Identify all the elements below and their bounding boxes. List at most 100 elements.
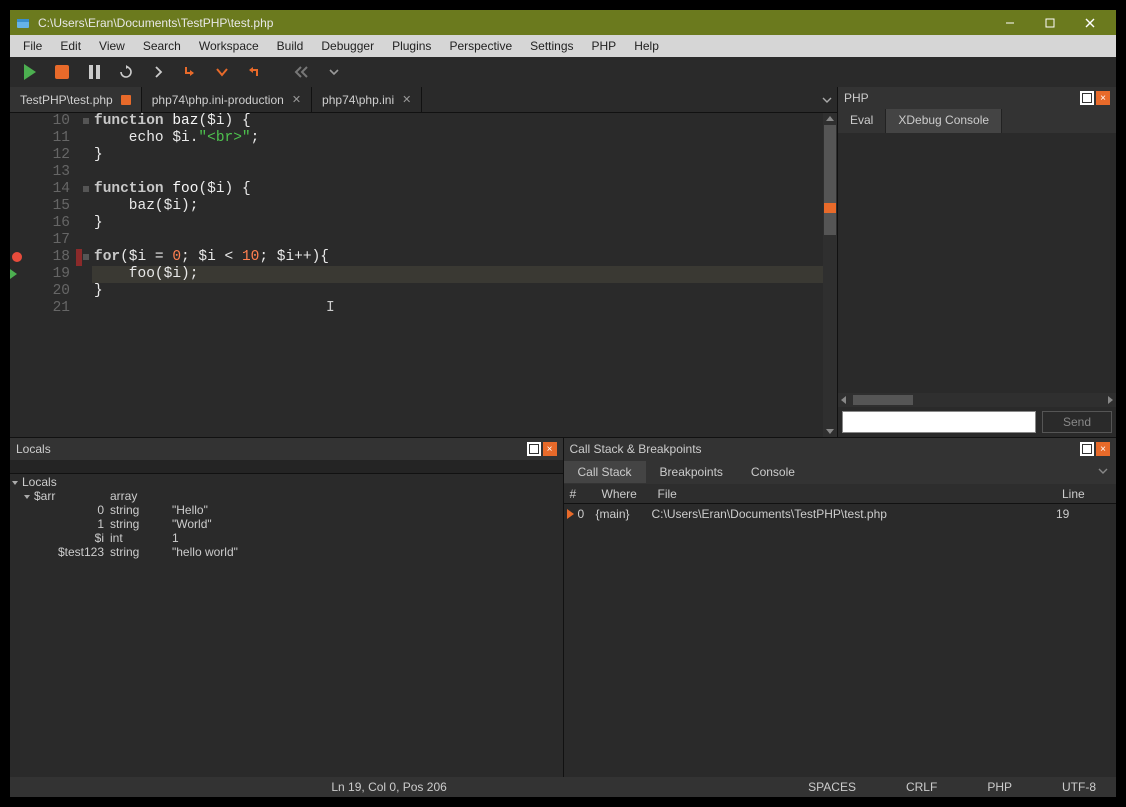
restart-button[interactable] [112, 59, 140, 85]
status-eol[interactable]: CRLF [906, 780, 937, 794]
php-console-output[interactable] [838, 133, 1116, 393]
tree-expand-icon[interactable] [12, 481, 18, 485]
code-area[interactable]: function baz($i) { echo $i."<br>"; } fun… [92, 113, 823, 437]
tabs-overflow-button[interactable] [1090, 465, 1116, 479]
php-command-input[interactable] [842, 411, 1036, 433]
status-indent[interactable]: SPACES [808, 780, 856, 794]
scroll-down-icon[interactable] [826, 429, 834, 434]
menu-build[interactable]: Build [268, 37, 313, 55]
status-lang[interactable]: PHP [987, 780, 1012, 794]
var-type: array [110, 489, 172, 503]
run-button[interactable] [16, 59, 44, 85]
statusbar: Ln 19, Col 0, Pos 206 SPACES CRLF PHP UT… [10, 777, 1116, 797]
toolbar [10, 57, 1116, 87]
tab-label: TestPHP\test.php [20, 93, 113, 107]
menubar: File Edit View Search Workspace Build De… [10, 35, 1116, 57]
menu-php[interactable]: PHP [583, 37, 626, 55]
minimize-button[interactable] [990, 10, 1030, 35]
locals-panel: Locals × Locals $arrarray 0string"Hello"… [10, 438, 564, 777]
stack-tabs: Call Stack Breakpoints Console [564, 460, 1117, 484]
menu-settings[interactable]: Settings [521, 37, 582, 55]
tab-phpini[interactable]: php74\php.ini ✕ [312, 87, 422, 112]
tabs-overflow-button[interactable] [817, 87, 837, 112]
window-title: C:\Users\Eran\Documents\TestPHP\test.php [38, 16, 990, 30]
text-cursor: I [326, 300, 335, 316]
pause-icon [89, 65, 100, 79]
panel-restore-button[interactable] [527, 442, 541, 456]
menu-view[interactable]: View [90, 37, 134, 55]
panel-title-label: PHP [844, 91, 869, 105]
menu-plugins[interactable]: Plugins [383, 37, 440, 55]
step-over-icon [150, 64, 166, 80]
chevron-down-icon [1098, 466, 1108, 476]
scroll-thumb[interactable] [824, 125, 836, 235]
var-type: string [110, 517, 172, 531]
maximize-button[interactable] [1030, 10, 1070, 35]
tree-expand-icon[interactable] [24, 495, 30, 499]
menu-search[interactable]: Search [134, 37, 190, 55]
stop-button[interactable] [48, 59, 76, 85]
double-chevron-left-icon [293, 64, 311, 80]
dropdown-button[interactable] [320, 59, 348, 85]
panel-restore-button[interactable] [1080, 442, 1094, 456]
tab-callstack[interactable]: Call Stack [564, 461, 646, 483]
php-panel-title: PHP × [838, 87, 1116, 109]
menu-file[interactable]: File [14, 37, 51, 55]
back-button[interactable] [288, 59, 316, 85]
status-encoding[interactable]: UTF-8 [1062, 780, 1096, 794]
var-type: int [110, 531, 172, 545]
status-position[interactable]: Ln 19, Col 0, Pos 206 [331, 780, 446, 794]
step-out-button[interactable] [240, 59, 268, 85]
menu-perspective[interactable]: Perspective [440, 37, 521, 55]
line-number: 16 [53, 215, 70, 231]
tree-node-label: Locals [22, 475, 57, 489]
line-number: 10 [53, 113, 70, 129]
send-button[interactable]: Send [1042, 411, 1112, 433]
tab-console[interactable]: Console [737, 461, 809, 483]
frame-line: 19 [1056, 507, 1116, 521]
panel-close-button[interactable]: × [543, 442, 557, 456]
panel-close-button[interactable]: × [1096, 91, 1110, 105]
step-into-button[interactable] [176, 59, 204, 85]
close-button[interactable] [1070, 10, 1110, 35]
step-down-button[interactable] [208, 59, 236, 85]
chevron-down-icon [214, 64, 230, 80]
menu-edit[interactable]: Edit [51, 37, 90, 55]
panel-close-button[interactable]: × [1096, 442, 1110, 456]
scroll-right-icon[interactable] [1108, 396, 1113, 404]
tab-close-icon[interactable]: ✕ [402, 93, 411, 106]
frame-where: {main} [596, 507, 652, 521]
scroll-thumb[interactable] [853, 395, 913, 405]
menu-workspace[interactable]: Workspace [190, 37, 268, 55]
tab-breakpoints[interactable]: Breakpoints [646, 461, 737, 483]
callstack-row[interactable]: 0 {main} C:\Users\Eran\Documents\TestPHP… [564, 504, 1117, 524]
col-number: # [564, 484, 596, 503]
php-tab-eval[interactable]: Eval [838, 109, 886, 133]
tab-testphp[interactable]: TestPHP\test.php [10, 87, 142, 112]
menu-help[interactable]: Help [625, 37, 668, 55]
callstack-panel: Call Stack & Breakpoints × Call Stack Br… [564, 438, 1117, 777]
editor-tabs: TestPHP\test.php php74\php.ini-productio… [10, 87, 837, 113]
current-frame-icon [567, 509, 574, 519]
line-number: 17 [53, 232, 70, 248]
menu-debugger[interactable]: Debugger [312, 37, 383, 55]
php-hscrollbar[interactable] [838, 393, 1116, 407]
php-tab-xdebug[interactable]: XDebug Console [886, 109, 1002, 133]
locals-tree[interactable]: Locals $arrarray 0string"Hello" 1string"… [10, 474, 563, 777]
scroll-left-icon[interactable] [841, 396, 846, 404]
code-editor[interactable]: 10 11 12 13 14 15 16 17 18 19 20 21 [10, 113, 837, 437]
panel-restore-button[interactable] [1080, 91, 1094, 105]
line-gutter[interactable]: 10 11 12 13 14 15 16 17 18 19 20 21 [10, 113, 76, 437]
locals-header[interactable] [10, 460, 563, 474]
line-number: 13 [53, 164, 70, 180]
panel-title-label: Locals [16, 442, 51, 456]
step-over-button[interactable] [144, 59, 172, 85]
tab-close-icon[interactable]: ✕ [292, 93, 301, 106]
tab-phpini-production[interactable]: php74\php.ini-production ✕ [142, 87, 312, 112]
line-number: 12 [53, 147, 70, 163]
titlebar[interactable]: C:\Users\Eran\Documents\TestPHP\test.php [10, 10, 1116, 35]
editor-scrollbar[interactable] [823, 113, 837, 437]
breakpoint-icon[interactable] [12, 252, 22, 262]
pause-button[interactable] [80, 59, 108, 85]
scroll-up-icon[interactable] [826, 116, 834, 121]
